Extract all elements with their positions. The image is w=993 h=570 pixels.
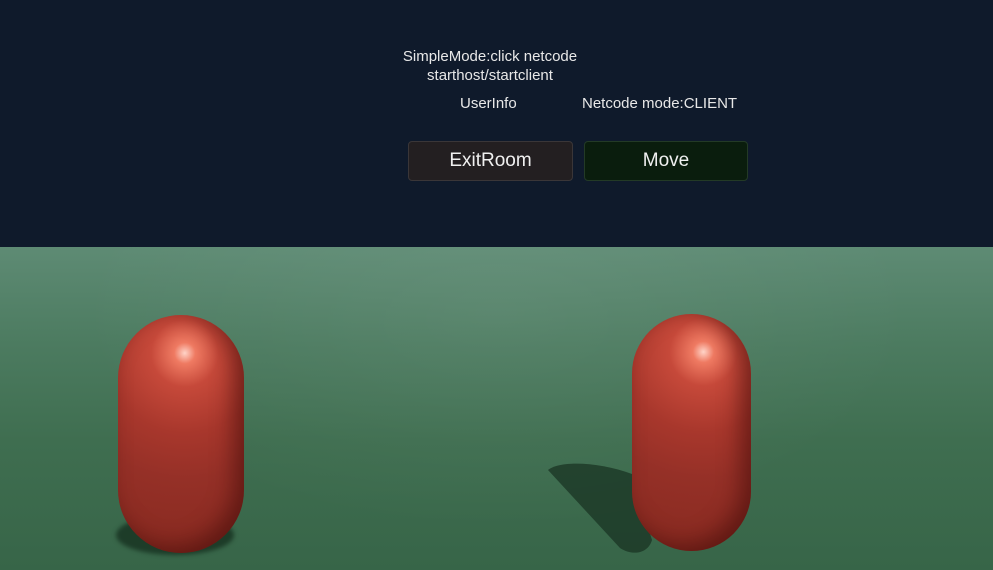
player-capsule-right xyxy=(632,314,751,551)
netcode-mode-label: Netcode mode:CLIENT xyxy=(582,95,738,112)
sky-background xyxy=(0,0,993,247)
player-capsule-left xyxy=(118,315,244,553)
hint-text-line1: SimpleMode:click netcode xyxy=(402,48,578,65)
move-button[interactable]: Move xyxy=(584,141,748,181)
game-viewport: SimpleMode:click netcode starthost/start… xyxy=(0,0,993,570)
exit-room-button[interactable]: ExitRoom xyxy=(408,141,573,181)
user-info-label: UserInfo xyxy=(460,95,517,112)
hint-text-line2: starthost/startclient xyxy=(427,67,553,84)
